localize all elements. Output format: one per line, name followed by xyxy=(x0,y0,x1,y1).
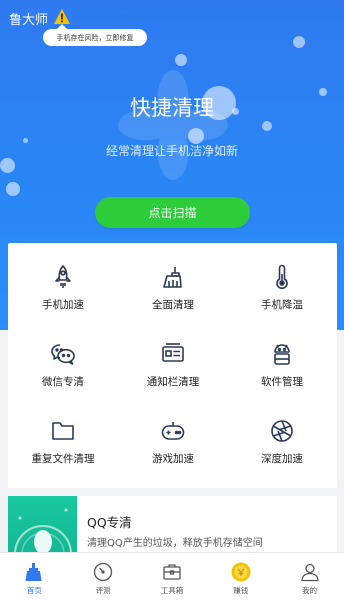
tool-label: 深度加速 xyxy=(261,453,303,465)
warning-icon[interactable] xyxy=(54,9,70,24)
tool-label: 通知栏清理 xyxy=(146,376,200,388)
aperture-icon xyxy=(271,420,293,442)
qq-card-title: QQ专清 xyxy=(87,515,132,530)
toolbox-icon xyxy=(163,564,181,580)
gauge-icon xyxy=(94,562,113,582)
tool-wechat-clean[interactable]: 微信专清 xyxy=(8,320,118,396)
scan-button[interactable]: 点击扫描 xyxy=(95,197,250,228)
tool-game-boost[interactable]: 游戏加速 xyxy=(118,397,228,473)
qq-clean-card[interactable]: QQ专清 清理QQ产生的垃圾，释放手机存储空间 xyxy=(8,496,337,552)
tab-toolbox[interactable]: 工具箱 xyxy=(138,553,207,600)
decor-bubble xyxy=(262,121,272,131)
tool-notification-clean[interactable]: 通知栏清理 xyxy=(118,320,228,396)
gamepad-icon xyxy=(161,422,185,440)
decor-bubble xyxy=(0,158,15,173)
person-icon xyxy=(300,563,319,582)
tab-benchmark[interactable]: 评测 xyxy=(69,553,138,600)
tab-earn[interactable]: 赚钱 xyxy=(206,553,275,600)
tab-label: 首页 xyxy=(26,586,42,595)
qq-card-description: 清理QQ产生的垃圾，释放手机存储空间 xyxy=(87,538,263,549)
tools-grid: 手机加速 全面清理 手机降温 微信专清 通知栏清理 软件管理 重复文件清理 游戏… xyxy=(8,243,337,488)
app-name: 鲁大师 xyxy=(9,13,49,28)
folder-icon xyxy=(52,422,74,440)
tool-label: 微信专清 xyxy=(42,376,84,388)
tool-full-clean[interactable]: 全面清理 xyxy=(118,243,228,319)
qq-penguin-icon xyxy=(8,496,77,552)
decor-bubble xyxy=(175,54,187,66)
tool-deep-boost[interactable]: 深度加速 xyxy=(227,397,337,473)
tool-label: 游戏加速 xyxy=(152,453,194,465)
tool-label: 软件管理 xyxy=(261,376,303,388)
tab-label: 我的 xyxy=(302,586,318,595)
tab-label: 工具箱 xyxy=(160,586,184,595)
thermometer-icon xyxy=(276,264,288,290)
page-subtitle: 经常清理让手机洁净如新 xyxy=(105,144,238,158)
notification-card-icon xyxy=(162,343,184,362)
wechat-icon xyxy=(51,344,75,365)
tool-label: 手机降温 xyxy=(261,299,303,311)
decor-bubble xyxy=(293,36,305,48)
tool-label: 手机加速 xyxy=(42,299,84,311)
coin-icon xyxy=(231,562,251,582)
android-icon xyxy=(274,344,290,365)
risk-notice-pill[interactable]: 手机存在风险，立即修复 xyxy=(43,24,147,46)
tool-app-manager[interactable]: 软件管理 xyxy=(227,320,337,396)
tool-phone-boost[interactable]: 手机加速 xyxy=(8,243,118,319)
tab-home[interactable]: 首页 xyxy=(0,553,69,600)
tool-duplicate-files[interactable]: 重复文件清理 xyxy=(8,397,118,473)
tool-label: 全面清理 xyxy=(152,299,194,311)
broom-icon xyxy=(163,267,182,288)
decor-bubble xyxy=(6,182,20,196)
tab-profile[interactable]: 我的 xyxy=(275,553,344,600)
home-broom-icon xyxy=(25,563,42,581)
tab-label: 评测 xyxy=(95,586,111,595)
page-title: 快捷清理 xyxy=(130,96,214,120)
rocket-icon xyxy=(55,265,71,288)
tool-label: 重复文件清理 xyxy=(31,453,95,465)
tool-cool-down[interactable]: 手机降温 xyxy=(227,243,337,319)
bottom-tab-bar: 首页 评测 工具箱 赚钱 我的 xyxy=(0,552,344,600)
tab-label: 赚钱 xyxy=(233,586,249,595)
